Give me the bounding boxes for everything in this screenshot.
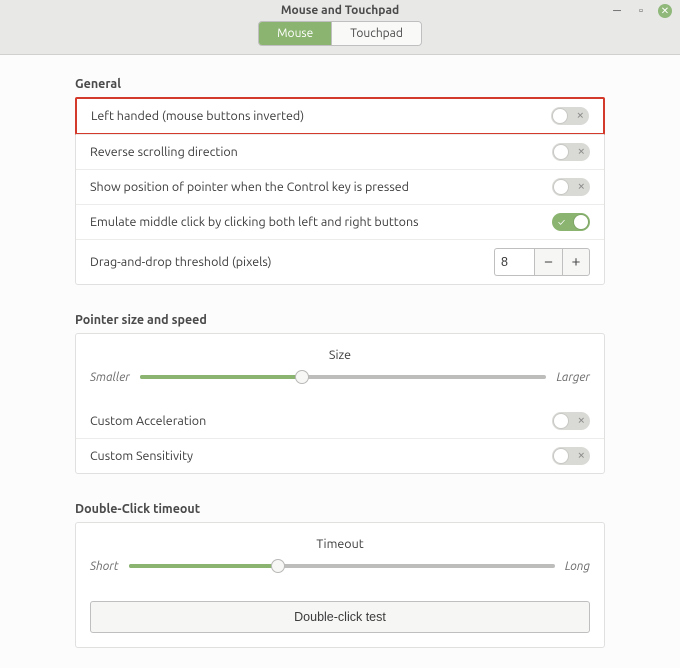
toggle-knob — [554, 414, 568, 428]
toggle-knob — [574, 215, 588, 229]
pointer-card: Size Smaller Larger Custom Acceleration … — [75, 333, 605, 474]
reverse-scrolling-toggle[interactable]: ✕ ✓ — [552, 143, 590, 161]
section-title-general: General — [75, 77, 605, 91]
row-dnd-threshold: Drag-and-drop threshold (pixels) − + — [76, 239, 604, 284]
double-click-timeout-row: Short Long — [90, 557, 590, 575]
dnd-threshold-stepper: − + — [494, 248, 590, 276]
x-icon: ✕ — [577, 451, 585, 462]
section-title-double-click: Double-Click timeout — [75, 502, 605, 516]
tab-mouse[interactable]: Mouse — [259, 22, 332, 45]
maximize-button[interactable]: ▫ — [634, 4, 648, 18]
x-icon: ✕ — [576, 111, 584, 122]
middle-click-emulation-label: Emulate middle click by clicking both le… — [90, 215, 419, 229]
minimize-button[interactable]: ─ — [610, 4, 624, 18]
row-custom-acceleration: Custom Acceleration ✕ ✓ — [76, 404, 604, 438]
double-click-test-button[interactable]: Double-click test — [90, 601, 590, 633]
custom-sensitivity-label: Custom Sensitivity — [90, 449, 193, 463]
slider-fill — [140, 375, 303, 379]
toggle-knob — [553, 109, 567, 123]
pointer-size-slider[interactable] — [140, 368, 547, 386]
section-title-pointer: Pointer size and speed — [75, 313, 605, 327]
row-custom-sensitivity: Custom Sensitivity ✕ ✓ — [76, 438, 604, 473]
pointer-size-label: Size — [90, 348, 590, 362]
dnd-threshold-increment[interactable]: + — [562, 248, 590, 276]
dnd-threshold-label: Drag-and-drop threshold (pixels) — [90, 255, 272, 269]
window-title: Mouse and Touchpad — [281, 4, 399, 17]
custom-acceleration-label: Custom Acceleration — [90, 414, 206, 428]
x-icon: ✕ — [577, 416, 585, 427]
slider-thumb[interactable] — [271, 559, 285, 573]
double-click-max-label: Long — [565, 560, 590, 573]
row-left-handed: Left handed (mouse buttons inverted) ✕ ✓ — [75, 97, 605, 135]
toggle-knob — [554, 449, 568, 463]
pointer-size-block: Size Smaller Larger — [76, 334, 604, 404]
double-click-card: Timeout Short Long Double-click test — [75, 522, 605, 648]
double-click-min-label: Short — [90, 560, 119, 573]
tab-touchpad[interactable]: Touchpad — [332, 22, 421, 45]
dnd-threshold-decrement[interactable]: − — [534, 248, 562, 276]
dnd-threshold-input[interactable] — [494, 248, 534, 276]
double-click-timeout-block: Timeout Short Long — [76, 523, 604, 593]
slider-fill — [129, 564, 278, 568]
locate-pointer-label: Show position of pointer when the Contro… — [90, 180, 409, 194]
x-icon: ✕ — [577, 147, 585, 158]
close-button[interactable]: ✕ — [658, 4, 672, 18]
x-icon: ✕ — [577, 182, 585, 193]
pointer-size-min-label: Smaller — [90, 371, 130, 384]
titlebar: Mouse and Touchpad ─ ▫ ✕ Mouse Touchpad — [0, 0, 680, 55]
toggle-knob — [554, 145, 568, 159]
pointer-size-row: Smaller Larger — [90, 368, 590, 386]
slider-thumb[interactable] — [295, 370, 309, 384]
custom-sensitivity-toggle[interactable]: ✕ ✓ — [552, 447, 590, 465]
locate-pointer-toggle[interactable]: ✕ ✓ — [552, 178, 590, 196]
middle-click-emulation-toggle[interactable]: ✕ ✓ — [552, 213, 590, 231]
window-controls: ─ ▫ ✕ — [610, 4, 672, 18]
reverse-scrolling-label: Reverse scrolling direction — [90, 145, 238, 159]
row-locate-pointer: Show position of pointer when the Contro… — [76, 169, 604, 204]
row-reverse-scrolling: Reverse scrolling direction ✕ ✓ — [76, 134, 604, 169]
double-click-timeout-label: Timeout — [90, 537, 590, 551]
row-middle-click-emulation: Emulate middle click by clicking both le… — [76, 204, 604, 239]
check-icon: ✓ — [558, 216, 565, 227]
custom-acceleration-toggle[interactable]: ✕ ✓ — [552, 412, 590, 430]
left-handed-toggle[interactable]: ✕ ✓ — [551, 107, 589, 125]
toggle-knob — [554, 180, 568, 194]
general-card: Left handed (mouse buttons inverted) ✕ ✓… — [75, 97, 605, 285]
left-handed-label: Left handed (mouse buttons inverted) — [91, 109, 304, 123]
page-body: General Left handed (mouse buttons inver… — [0, 55, 680, 668]
pointer-size-max-label: Larger — [556, 371, 590, 384]
double-click-timeout-slider[interactable] — [129, 557, 555, 575]
tab-bar: Mouse Touchpad — [258, 21, 422, 46]
